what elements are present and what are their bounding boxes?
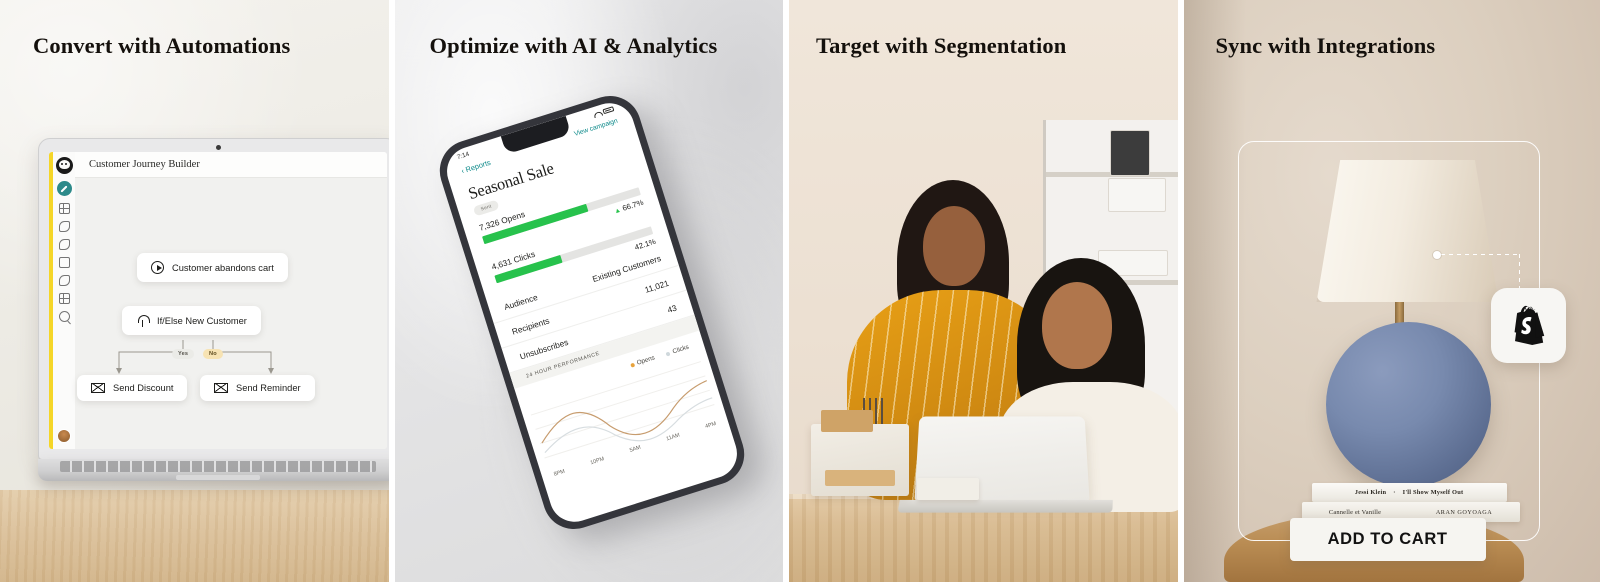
node-label: Send Discount: [113, 383, 174, 393]
panel-integrations: Sync with Integrations Jessi Klein · I'l…: [1183, 0, 1600, 582]
laptop-screen: Customer Journey Builder Customer abando…: [49, 152, 387, 449]
builder-content: Customer Journey Builder Customer abando…: [75, 152, 387, 449]
legend-dot-clicks-icon: [665, 351, 671, 357]
add-to-cart-button[interactable]: ADD TO CART: [1289, 518, 1486, 561]
x-tick: 10PM: [589, 456, 605, 467]
small-package: [917, 478, 980, 500]
panel-title-segmentation: Target with Segmentation: [816, 33, 1067, 58]
journey-node-trigger[interactable]: Customer abandons cart: [137, 253, 288, 282]
wifi-icon: [592, 110, 600, 117]
create-pencil-icon[interactable]: [56, 181, 72, 196]
laptop-base: [38, 459, 389, 481]
lamp-shade: [1316, 160, 1499, 302]
desk-organizer: [811, 410, 910, 496]
laptop-lid: Customer Journey Builder Customer abando…: [38, 138, 389, 460]
campaign-icon[interactable]: [58, 239, 70, 250]
keyboard: [60, 461, 376, 472]
wall-shadow: [1183, 0, 1246, 582]
woman-one-face: [923, 206, 986, 286]
panel-analytics: Optimize with AI & Analytics 7:14 ‹ Repo…: [394, 0, 784, 582]
mailchimp-sidebar[interactable]: [49, 152, 75, 449]
shopify-icon: [1514, 305, 1545, 345]
book-separator: ·: [1393, 489, 1396, 496]
trackpad: [176, 475, 260, 480]
builder-title: Customer Journey Builder: [89, 159, 200, 170]
product-anchor-point[interactable]: [1432, 251, 1441, 259]
desk-surface: [0, 490, 389, 582]
search-icon[interactable]: [58, 311, 70, 322]
book-title: Cannelle et Vanille: [1328, 508, 1382, 516]
book-top: Jessi Klein · I'll Show Myself Out: [1311, 483, 1507, 502]
storage-box: [1109, 130, 1150, 176]
row-label: Recipients: [510, 315, 551, 337]
template-icon[interactable]: [58, 257, 70, 268]
node-label: Send Reminder: [236, 383, 301, 393]
journey-canvas[interactable]: Customer abandons cart If/Else New Custo…: [75, 178, 387, 449]
automation-icon[interactable]: [58, 275, 70, 286]
panel-automations: Convert with Automations Customer Journe…: [0, 0, 389, 582]
user-avatar[interactable]: [57, 429, 71, 443]
connector-line-horizontal: [1440, 254, 1520, 255]
mail-icon: [214, 383, 228, 393]
x-tick: 11AM: [665, 432, 681, 443]
panel-segmentation: Target with Segmentation: [789, 0, 1178, 582]
x-tick: 4PM: [704, 420, 717, 431]
grid-icon[interactable]: [58, 203, 70, 214]
book-author: Jessi Klein: [1354, 489, 1387, 496]
laptop-device: Customer Journey Builder Customer abando…: [38, 138, 389, 481]
x-tick: 5AM: [628, 444, 642, 454]
builder-header: Customer Journey Builder: [75, 152, 387, 178]
add-to-cart-label: ADD TO CART: [1327, 530, 1448, 548]
shopify-integration-badge[interactable]: [1490, 288, 1566, 363]
branch-icon: [136, 314, 150, 327]
book-title: I'll Show Myself Out: [1402, 489, 1464, 496]
connector-line-vertical: [1518, 254, 1520, 292]
journey-node-condition[interactable]: If/Else New Customer: [122, 306, 261, 335]
play-icon: [151, 261, 164, 274]
node-label: Customer abandons cart: [172, 262, 274, 273]
node-label: If/Else New Customer: [157, 315, 247, 326]
panel-title-automations: Convert with Automations: [33, 33, 291, 58]
branch-label-no: No: [203, 349, 223, 359]
panel-title-analytics: Optimize with AI & Analytics: [429, 33, 718, 58]
audience-icon[interactable]: [58, 221, 70, 232]
webcam-icon: [215, 145, 221, 150]
trend-up-icon: [614, 207, 620, 213]
journey-node-send-reminder[interactable]: Send Reminder: [200, 375, 315, 401]
feature-panel-row: Convert with Automations Customer Journe…: [0, 0, 1600, 582]
branch-label-yes: Yes: [172, 349, 195, 359]
journey-node-send-discount[interactable]: Send Discount: [77, 375, 188, 401]
woman-two-face: [1042, 282, 1113, 369]
book-author: ARAN GOYOAGA: [1435, 508, 1493, 516]
legend-dot-opens-icon: [629, 362, 635, 368]
apps-icon[interactable]: [58, 293, 70, 304]
mail-icon: [91, 383, 105, 393]
panel-title-integrations: Sync with Integrations: [1215, 33, 1436, 58]
storage-box: [1107, 178, 1166, 212]
x-tick: 8PM: [552, 468, 566, 478]
lamp-base-sphere: [1325, 322, 1491, 487]
row-value: 11,021: [642, 277, 670, 295]
row-value: 43: [665, 302, 678, 315]
mailchimp-logo-icon: [55, 157, 73, 174]
row-label: Audience: [502, 291, 539, 312]
